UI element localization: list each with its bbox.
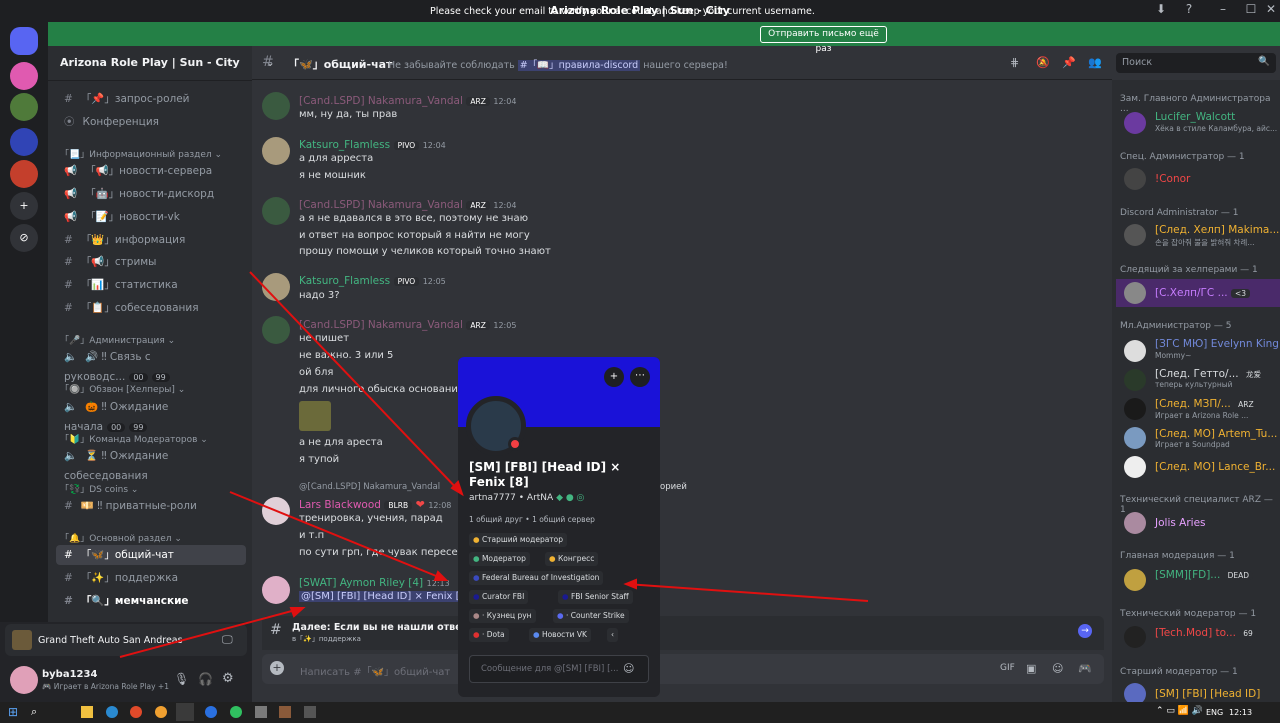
arrow-head xyxy=(289,607,306,618)
clock[interactable]: 12:13 xyxy=(1229,708,1252,717)
language-indicator[interactable]: ENG xyxy=(1206,708,1223,717)
app-icon[interactable] xyxy=(304,706,316,718)
file-explorer-icon[interactable] xyxy=(81,706,93,718)
annotation-arrow xyxy=(249,271,463,495)
annotation-arrow xyxy=(625,583,869,602)
app-icon[interactable] xyxy=(255,706,267,718)
discord-taskbar-icon[interactable] xyxy=(176,703,194,721)
search-icon[interactable]: ⌕ xyxy=(31,705,37,719)
arrow-head xyxy=(623,578,637,590)
annotation-arrows xyxy=(119,271,869,658)
vk-icon[interactable] xyxy=(205,706,217,718)
edge-icon[interactable] xyxy=(106,706,118,718)
browser-icon[interactable] xyxy=(130,706,142,718)
app-icon[interactable] xyxy=(155,706,167,718)
arrow-head xyxy=(433,570,449,581)
annotation-arrow xyxy=(119,607,304,658)
tray-icons[interactable]: ⌃ ▭ 📶 🔊 xyxy=(1156,706,1203,716)
app-icon[interactable] xyxy=(230,706,242,718)
annotation-arrow xyxy=(229,491,447,581)
windows-start-icon[interactable]: ⊞ xyxy=(8,705,18,719)
game-taskbar-icon[interactable] xyxy=(279,706,291,718)
